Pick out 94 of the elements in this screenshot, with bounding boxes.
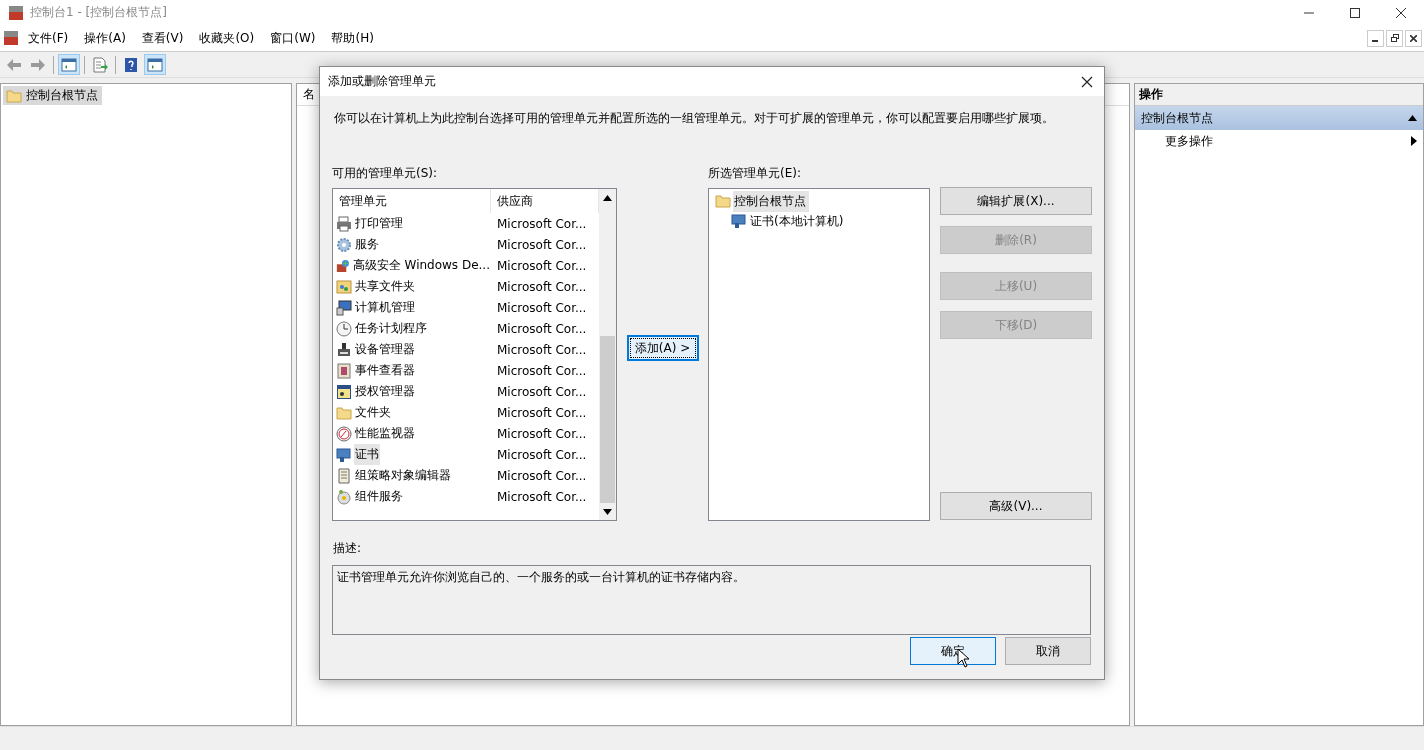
folder-icon — [715, 194, 731, 208]
submenu-arrow-icon — [1411, 136, 1417, 146]
folder-icon — [6, 88, 22, 103]
dialog-button[interactable]: 取消 — [1005, 637, 1091, 665]
menu-item[interactable]: 收藏夹(O) — [191, 29, 263, 47]
snapin-name[interactable]: 证书 — [354, 444, 380, 465]
firewall-icon — [336, 257, 350, 274]
close-button[interactable] — [1405, 29, 1422, 47]
column-header[interactable]: 管理单元 — [333, 189, 491, 213]
device-icon — [336, 341, 352, 358]
help-icon — [123, 56, 139, 73]
snapin-name[interactable]: 任务计划程序 — [354, 318, 428, 339]
snapin-name[interactable]: 计算机管理 — [354, 297, 416, 318]
snapin-tree-item[interactable]: 控制台根节点 — [733, 190, 809, 212]
app-icon — [8, 4, 24, 21]
vendor-cell-text: Microsoft Cor... — [496, 447, 588, 462]
certificate-icon — [731, 213, 747, 229]
computer-icon — [336, 299, 352, 316]
actions-section-header[interactable]: 控制台根节点 — [1135, 106, 1423, 130]
action-pane-icon — [147, 56, 163, 73]
menu-item[interactable]: 帮助(H) — [323, 29, 382, 47]
snapin-tree-item[interactable]: 证书(本地计算机) — [749, 210, 847, 232]
snapin-name[interactable]: 服务 — [354, 234, 380, 255]
vendor-cell-text: Microsoft Cor... — [496, 405, 588, 420]
list-label: 可用的管理单元(S): — [332, 165, 439, 182]
available-snapins-list[interactable] — [332, 188, 617, 521]
collapse-icon[interactable] — [1408, 115, 1417, 121]
key-window-icon — [336, 383, 352, 400]
intro-text: 你可以在计算机上为此控制台选择可用的管理单元并配置所选的一组管理单元。对于可扩展的管理单元，你可以配置要启用哪些扩展项。 — [334, 110, 1055, 127]
scroll-up-icon[interactable] — [603, 194, 612, 201]
scroll-down-icon[interactable] — [603, 508, 612, 515]
vendor-cell-text: Microsoft Cor... — [496, 489, 588, 504]
add-button[interactable]: 添加(A) > — [626, 335, 699, 361]
description-label: 描述: — [333, 540, 363, 557]
document-icon — [336, 467, 352, 484]
close-icon — [1081, 75, 1093, 88]
tree-item[interactable]: 控制台根节点 — [3, 86, 102, 105]
snapin-name[interactable]: 事件查看器 — [354, 360, 416, 381]
action-item[interactable]: 更多操作 — [1135, 130, 1423, 152]
description-text: 证书管理单元允许你浏览自己的、一个服务的或一台计算机的证书存储内容。 — [337, 570, 745, 584]
scrollbar[interactable] — [599, 189, 616, 520]
actions-title: 操作 — [1139, 86, 1163, 103]
snapin-name[interactable]: 文件夹 — [354, 402, 392, 423]
gear-icon — [336, 236, 352, 253]
snapin-name[interactable]: 共享文件夹 — [354, 276, 416, 297]
event-log-icon — [336, 362, 352, 379]
export-list-icon — [92, 56, 108, 73]
vendor-cell-text: Microsoft Cor... — [496, 384, 588, 399]
side-button[interactable]: 高级(V)... — [940, 492, 1092, 520]
menu-item[interactable]: 文件(F) — [20, 29, 77, 47]
maximize-icon — [1350, 7, 1360, 18]
menu-item[interactable]: 查看(V) — [133, 29, 192, 47]
snapin-name[interactable]: 授权管理器 — [354, 381, 416, 402]
gauge-icon — [336, 425, 352, 442]
menu-item[interactable]: 操作(A) — [76, 29, 134, 47]
forward-arrow-icon — [30, 56, 46, 73]
vendor-cell-text: Microsoft Cor... — [496, 279, 588, 294]
dialog-title: 添加或删除管理单元 — [328, 73, 436, 90]
vendor-cell-text: Microsoft Cor... — [496, 363, 588, 378]
snapin-name[interactable]: 打印管理 — [354, 213, 404, 234]
selected-snapins-list[interactable]: 控制台根节点 证书(本地计算机) — [708, 188, 930, 521]
folder-icon — [336, 404, 352, 421]
snapin-name[interactable]: 设备管理器 — [354, 339, 416, 360]
snapin-name[interactable]: 高级安全 Windows De... — [351, 255, 491, 276]
vendor-cell-text: Microsoft Cor... — [496, 258, 588, 273]
vendor-cell-text: Microsoft Cor... — [496, 426, 588, 441]
toolbar-button[interactable] — [144, 54, 166, 75]
vendor-cell-text: Microsoft Cor... — [496, 342, 588, 357]
close-icon — [1396, 7, 1406, 18]
menu-item[interactable]: 窗口(W) — [262, 29, 324, 47]
vendor-cell-text: Microsoft Cor... — [496, 321, 588, 336]
shared-folder-icon — [336, 278, 352, 295]
printer-icon — [336, 215, 352, 232]
snapin-name[interactable]: 组策略对象编辑器 — [354, 465, 452, 486]
vendor-cell-text: Microsoft Cor... — [496, 237, 588, 252]
clock-icon — [336, 320, 352, 337]
side-button[interactable]: 编辑扩展(X)... — [940, 187, 1092, 215]
list-label: 所选管理单元(E): — [708, 165, 802, 182]
minimize-button[interactable] — [1367, 29, 1384, 47]
window-title: 控制台1 - [控制台根节点] — [30, 4, 167, 21]
close-icon — [1410, 34, 1417, 42]
tree-pane-icon — [61, 56, 77, 73]
vendor-cell-text: Microsoft Cor... — [496, 216, 588, 231]
app-icon — [2, 30, 20, 46]
restore-icon — [1390, 34, 1399, 42]
restore-button[interactable] — [1386, 29, 1403, 47]
snapin-name[interactable]: 性能监视器 — [354, 423, 416, 444]
toolbar-button[interactable] — [58, 54, 80, 75]
vendor-cell-text: Microsoft Cor... — [496, 300, 588, 315]
snapin-name[interactable]: 组件服务 — [354, 486, 404, 507]
vendor-cell-text: Microsoft Cor... — [496, 468, 588, 483]
column-header[interactable]: 名 — [303, 86, 315, 103]
component-icon — [336, 488, 352, 505]
certificate-icon — [336, 446, 352, 463]
